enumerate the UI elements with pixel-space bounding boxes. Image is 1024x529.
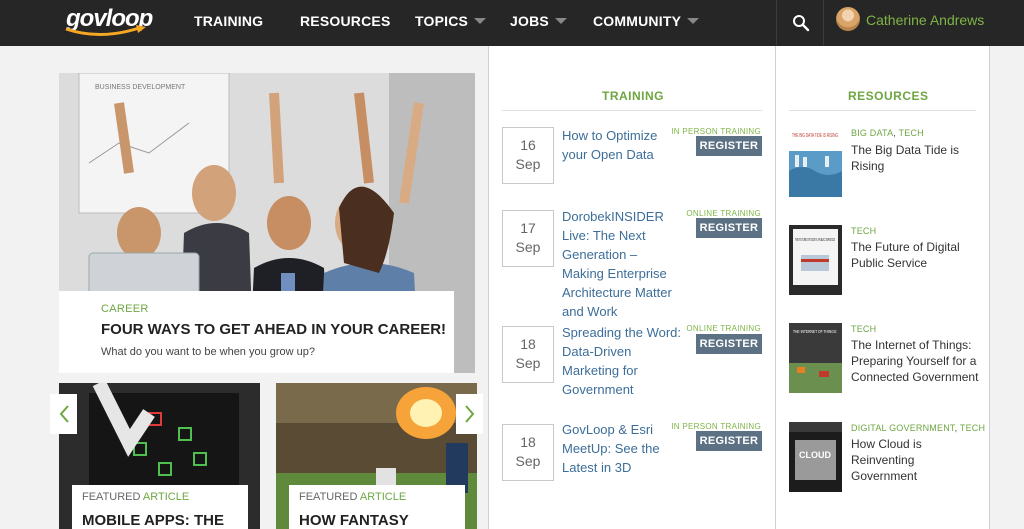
chevron-left-icon bbox=[59, 405, 69, 423]
date-day: 17 bbox=[520, 220, 536, 236]
card-title[interactable]: MOBILE APPS: THE bbox=[82, 512, 248, 529]
top-navbar: govloop TRAINING RESOURCES TOPICS JOBS C… bbox=[0, 0, 1024, 46]
nav-resources[interactable]: RESOURCES bbox=[300, 13, 390, 29]
svg-text:THE BIG DATA TIDE IS RISING: THE BIG DATA TIDE IS RISING bbox=[792, 133, 838, 139]
resource-thumbnail[interactable]: THE FUTURE OF DIGITAL PUBLIC SERVICES bbox=[789, 225, 842, 295]
card-label-prefix: FEATURED bbox=[82, 491, 141, 503]
training-heading[interactable]: TRAINING bbox=[602, 89, 664, 103]
resource-thumbnail[interactable]: THE INTERNET OF THINGS: bbox=[789, 323, 842, 393]
card-label-suffix: ARTICLE bbox=[359, 491, 407, 503]
search-button[interactable] bbox=[780, 0, 822, 46]
tag-tech[interactable]: TECH bbox=[899, 128, 924, 138]
training-date: 18 Sep bbox=[502, 424, 554, 481]
nav-jobs-label: JOBS bbox=[510, 13, 549, 29]
chevron-down-icon bbox=[687, 18, 700, 24]
register-button[interactable]: REGISTER bbox=[696, 136, 762, 156]
user-avatar[interactable] bbox=[836, 7, 860, 31]
training-title[interactable]: Spreading the Word: Data-Driven Marketin… bbox=[562, 323, 682, 399]
report-cover-big-data: THE BIG DATA TIDE IS RISING bbox=[789, 127, 842, 197]
chevron-down-icon bbox=[474, 18, 487, 24]
tag-tech[interactable]: TECH bbox=[851, 226, 876, 236]
training-date: 17 Sep bbox=[502, 210, 554, 267]
resource-title[interactable]: The Future of Digital Public Service bbox=[851, 239, 981, 271]
training-divider bbox=[502, 110, 762, 111]
nav-jobs[interactable]: JOBS bbox=[510, 13, 567, 29]
resource-thumbnail[interactable]: THE BIG DATA TIDE IS RISING bbox=[789, 127, 842, 197]
chevron-right-icon bbox=[464, 405, 474, 423]
date-day: 18 bbox=[520, 336, 536, 352]
training-type: IN PERSON TRAINING bbox=[671, 422, 761, 431]
chevron-down-icon bbox=[554, 18, 567, 24]
hero-title[interactable]: FOUR WAYS TO GET AHEAD IN YOUR CAREER! bbox=[101, 321, 454, 338]
nav-training[interactable]: TRAINING bbox=[194, 13, 263, 29]
nav-topics[interactable]: TOPICS bbox=[415, 13, 487, 29]
nav-topics-label: TOPICS bbox=[415, 13, 469, 29]
nav-divider bbox=[823, 0, 824, 46]
training-title[interactable]: How to Optimize your Open Data bbox=[562, 126, 682, 164]
hero-subtitle: What do you want to be when you grow up? bbox=[101, 346, 316, 358]
register-button[interactable]: REGISTER bbox=[696, 218, 762, 238]
resource-tags: TECH bbox=[851, 226, 876, 236]
user-name-link[interactable]: Catherine Andrews bbox=[866, 12, 984, 28]
nav-community-label: COMMUNITY bbox=[593, 13, 682, 29]
tag-tech[interactable]: TECH bbox=[851, 324, 876, 334]
nav-community[interactable]: COMMUNITY bbox=[593, 13, 700, 29]
resource-tags: BIG DATA, TECH bbox=[851, 128, 924, 138]
date-day: 18 bbox=[520, 434, 536, 450]
svg-text:THE INTERNET OF THINGS:: THE INTERNET OF THINGS: bbox=[793, 329, 837, 334]
hero-category[interactable]: CAREER bbox=[101, 303, 454, 315]
tag-tech[interactable]: TECH bbox=[960, 423, 985, 433]
resource-tags: DIGITAL GOVERNMENT, TECH bbox=[851, 423, 986, 433]
resource-tags: TECH bbox=[851, 324, 876, 334]
card-title[interactable]: HOW FANTASY bbox=[299, 512, 465, 529]
date-month: Sep bbox=[515, 453, 541, 469]
nav-training-label: TRAINING bbox=[194, 13, 264, 29]
card-label: FEATURED ARTICLE bbox=[299, 491, 465, 503]
card-label: FEATURED ARTICLE bbox=[82, 491, 248, 503]
resources-heading[interactable]: RESOURCES bbox=[848, 89, 929, 103]
tag-big-data[interactable]: BIG DATA bbox=[851, 128, 893, 138]
svg-text:BUSINESS DEVELOPMENT: BUSINESS DEVELOPMENT bbox=[95, 84, 186, 91]
resource-title[interactable]: The Internet of Things: Preparing Yourse… bbox=[851, 337, 981, 385]
resource-title[interactable]: How Cloud is Reinventing Government bbox=[851, 436, 981, 484]
register-button[interactable]: REGISTER bbox=[696, 431, 762, 451]
search-icon bbox=[793, 15, 810, 32]
card-caption-mobile-apps[interactable]: FEATURED ARTICLE MOBILE APPS: THE bbox=[72, 485, 248, 529]
svg-text:THE FUTURE OF DIGITAL PUBLIC S: THE FUTURE OF DIGITAL PUBLIC SERVICES bbox=[795, 237, 835, 242]
training-type: ONLINE TRAINING bbox=[686, 324, 761, 333]
resource-thumbnail[interactable]: CLOUD bbox=[789, 422, 842, 492]
training-title[interactable]: GovLoop & Esri MeetUp: See the Latest in… bbox=[562, 420, 682, 477]
date-month: Sep bbox=[515, 156, 541, 172]
training-type: IN PERSON TRAINING bbox=[671, 127, 761, 136]
card-label-prefix: FEATURED bbox=[299, 491, 358, 503]
nav-resources-label: RESOURCES bbox=[300, 13, 391, 29]
nav-divider bbox=[776, 0, 777, 46]
carousel-next-button[interactable] bbox=[456, 394, 483, 434]
report-cover-internet-of-things: THE INTERNET OF THINGS: bbox=[789, 323, 842, 393]
register-button[interactable]: REGISTER bbox=[696, 334, 762, 354]
training-date: 16 Sep bbox=[502, 127, 554, 184]
training-title[interactable]: DorobekINSIDER Live: The Next Generation… bbox=[562, 207, 682, 321]
hero-caption[interactable]: CAREER FOUR WAYS TO GET AHEAD IN YOUR CA… bbox=[59, 291, 454, 373]
logo-swoosh-icon bbox=[65, 25, 146, 37]
date-day: 16 bbox=[520, 137, 536, 153]
date-month: Sep bbox=[515, 355, 541, 371]
date-month: Sep bbox=[515, 239, 541, 255]
training-date: 18 Sep bbox=[502, 326, 554, 383]
resource-title[interactable]: The Big Data Tide is Rising bbox=[851, 142, 981, 174]
tag-digital-government[interactable]: DIGITAL GOVERNMENT bbox=[851, 423, 955, 433]
resources-divider bbox=[789, 110, 976, 111]
card-caption-fantasy[interactable]: FEATURED ARTICLE HOW FANTASY bbox=[289, 485, 465, 529]
govloop-logo[interactable]: govloop bbox=[62, 3, 153, 39]
carousel-prev-button[interactable] bbox=[50, 394, 77, 434]
training-type: ONLINE TRAINING bbox=[686, 209, 761, 218]
report-cover-cloud: CLOUD bbox=[789, 422, 842, 492]
card-label-suffix: ARTICLE bbox=[142, 491, 190, 503]
report-cover-digital-public-service: THE FUTURE OF DIGITAL PUBLIC SERVICES bbox=[789, 225, 842, 295]
svg-text:CLOUD: CLOUD bbox=[799, 450, 831, 460]
